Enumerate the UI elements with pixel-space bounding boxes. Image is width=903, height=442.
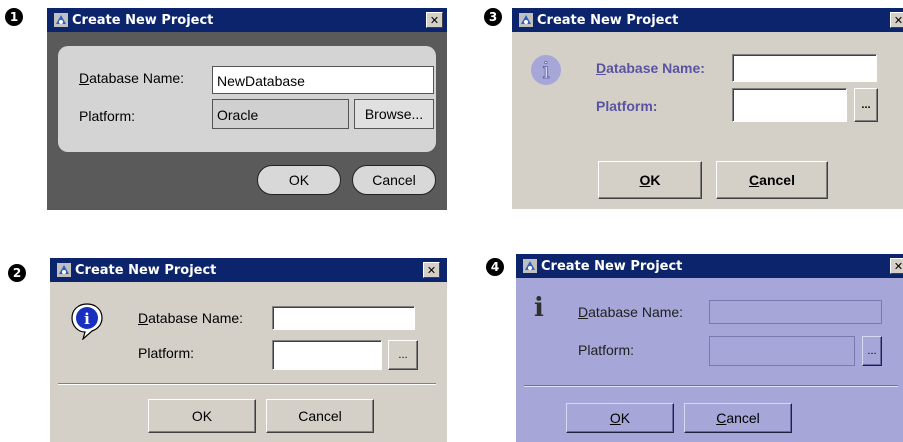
title-bar: Create New Project ✕ — [50, 258, 447, 282]
cancel-button[interactable]: Cancel — [716, 161, 828, 199]
database-name-input[interactable] — [272, 306, 415, 330]
close-button[interactable]: ✕ — [423, 262, 440, 278]
callout-2: 2 — [8, 264, 26, 282]
dialog-1: Create New Project ✕ Database Name: NewD… — [47, 8, 447, 210]
app-icon — [54, 13, 68, 27]
ok-button[interactable]: OK — [566, 403, 674, 433]
ok-button[interactable]: OK — [257, 165, 341, 195]
callout-3: 3 — [484, 8, 502, 26]
database-name-label: Database Name: — [596, 60, 705, 76]
platform-input[interactable] — [732, 88, 847, 122]
database-name-input[interactable]: NewDatabase — [212, 66, 434, 94]
platform-label: Platform: — [596, 98, 658, 114]
info-icon: i — [534, 293, 544, 320]
platform-label: Platform: — [138, 345, 195, 361]
database-name-label: Database Name: — [578, 304, 684, 320]
close-icon: ✕ — [426, 263, 437, 277]
close-button[interactable]: ✕ — [426, 12, 443, 28]
browse-button[interactable]: ... — [862, 336, 882, 366]
database-name-label: Database Name: — [79, 70, 185, 86]
platform-label: Platform: — [578, 342, 635, 358]
dialog-title: Create New Project — [537, 12, 679, 28]
cancel-button[interactable]: Cancel — [684, 403, 792, 433]
close-icon: ✕ — [893, 13, 903, 27]
callout-1: 1 — [5, 8, 23, 26]
browse-button[interactable]: ... — [388, 340, 418, 370]
divider — [524, 385, 898, 387]
platform-input[interactable] — [272, 340, 382, 370]
database-name-label: Database Name: — [138, 310, 244, 326]
dialog-title: Create New Project — [72, 12, 214, 28]
database-name-input[interactable] — [732, 54, 877, 82]
dialog-title: Create New Project — [541, 258, 683, 274]
dialog-3: Create New Project ✕ i Database Name: Pl… — [512, 8, 903, 209]
app-icon — [57, 263, 71, 277]
ok-button[interactable]: OK — [598, 161, 702, 199]
platform-input[interactable] — [709, 336, 855, 366]
platform-label: Platform: — [79, 108, 136, 124]
title-bar: Create New Project ✕ — [516, 254, 903, 278]
app-icon — [523, 259, 537, 273]
database-name-input[interactable] — [709, 300, 882, 324]
ok-button[interactable]: OK — [148, 399, 256, 433]
divider — [58, 383, 436, 385]
close-icon: ✕ — [893, 259, 903, 273]
info-icon: i — [71, 303, 103, 340]
app-icon — [519, 13, 533, 27]
info-icon: i — [531, 55, 561, 85]
browse-button[interactable]: Browse... — [354, 99, 434, 129]
platform-input[interactable]: Oracle — [212, 99, 349, 129]
callout-4: 4 — [486, 258, 504, 276]
close-button[interactable]: ✕ — [890, 12, 903, 28]
svg-text:i: i — [542, 59, 549, 84]
browse-button[interactable]: ... — [854, 88, 878, 122]
svg-text:i: i — [84, 310, 90, 328]
dialog-4: Create New Project ✕ i Database Name: Pl… — [516, 254, 903, 442]
svg-text:i: i — [534, 293, 544, 320]
title-bar: Create New Project ✕ — [512, 8, 903, 32]
dialog-title: Create New Project — [75, 262, 217, 278]
close-icon: ✕ — [429, 13, 440, 27]
cancel-button[interactable]: Cancel — [352, 165, 436, 195]
close-button[interactable]: ✕ — [890, 258, 903, 274]
dialog-2: Create New Project ✕ i Database Name: Pl… — [50, 258, 447, 442]
title-bar: Create New Project ✕ — [47, 8, 447, 32]
cancel-button[interactable]: Cancel — [266, 399, 374, 433]
